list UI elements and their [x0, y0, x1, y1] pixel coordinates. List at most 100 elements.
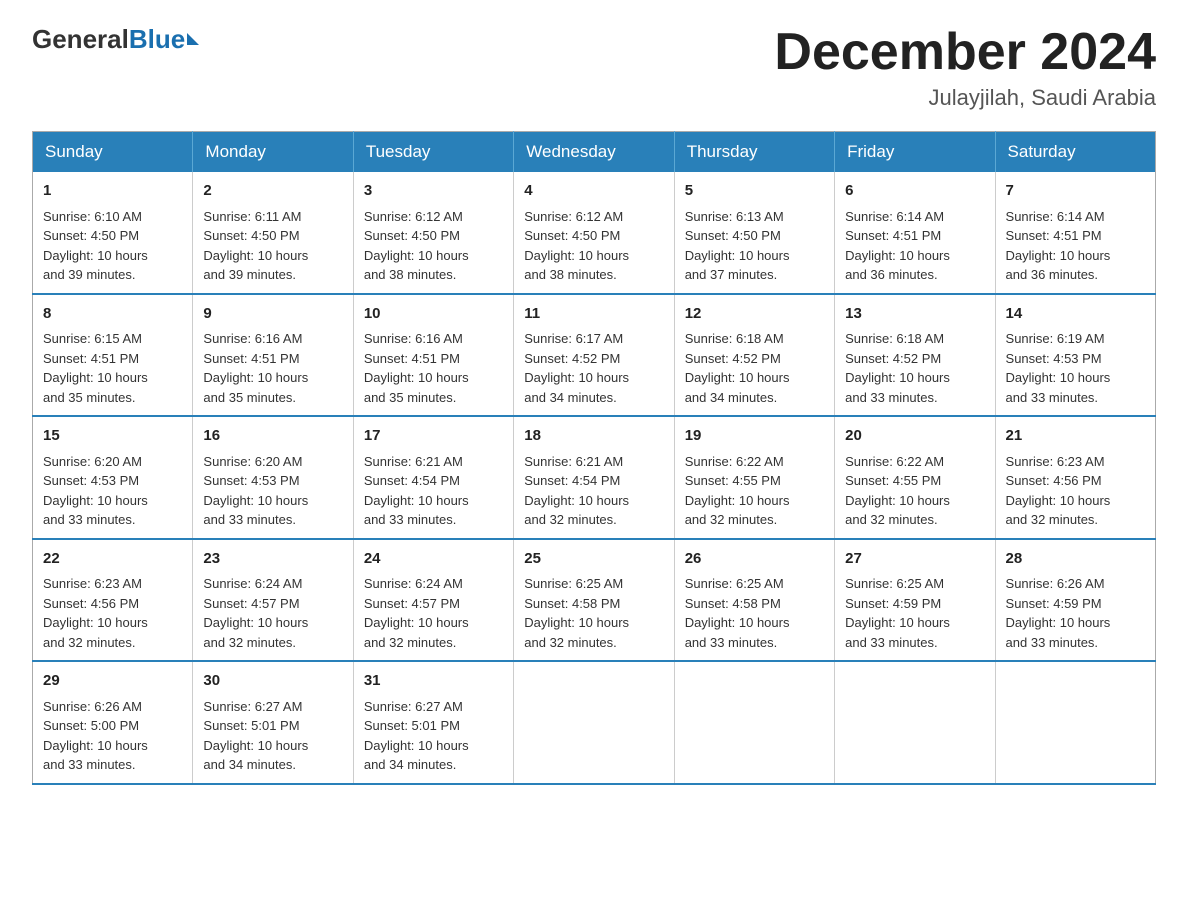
day-sunset: Sunset: 5:01 PM	[203, 718, 299, 733]
day-sunrise: Sunrise: 6:22 AM	[845, 454, 944, 469]
table-row: 12 Sunrise: 6:18 AM Sunset: 4:52 PM Dayl…	[674, 294, 834, 417]
day-sunset: Sunset: 4:51 PM	[845, 228, 941, 243]
day-sunrise: Sunrise: 6:27 AM	[364, 699, 463, 714]
day-number: 27	[845, 548, 984, 571]
day-sunset: Sunset: 4:51 PM	[203, 351, 299, 366]
day-sunset: Sunset: 4:50 PM	[685, 228, 781, 243]
day-sunrise: Sunrise: 6:12 AM	[364, 209, 463, 224]
day-sunrise: Sunrise: 6:13 AM	[685, 209, 784, 224]
day-sunset: Sunset: 4:52 PM	[524, 351, 620, 366]
day-sunrise: Sunrise: 6:22 AM	[685, 454, 784, 469]
day-daylight: Daylight: 10 hoursand 32 minutes.	[524, 615, 629, 650]
table-row: 14 Sunrise: 6:19 AM Sunset: 4:53 PM Dayl…	[995, 294, 1155, 417]
day-sunrise: Sunrise: 6:24 AM	[203, 576, 302, 591]
day-daylight: Daylight: 10 hoursand 32 minutes.	[524, 493, 629, 528]
day-sunset: Sunset: 4:51 PM	[1006, 228, 1102, 243]
day-number: 29	[43, 670, 182, 693]
day-sunrise: Sunrise: 6:15 AM	[43, 331, 142, 346]
day-daylight: Daylight: 10 hoursand 33 minutes.	[685, 615, 790, 650]
day-daylight: Daylight: 10 hoursand 33 minutes.	[845, 615, 950, 650]
page-header: General Blue December 2024 Julayjilah, S…	[32, 24, 1156, 111]
day-number: 6	[845, 180, 984, 203]
day-sunset: Sunset: 4:59 PM	[1006, 596, 1102, 611]
table-row: 23 Sunrise: 6:24 AM Sunset: 4:57 PM Dayl…	[193, 539, 353, 662]
day-daylight: Daylight: 10 hoursand 32 minutes.	[845, 493, 950, 528]
day-daylight: Daylight: 10 hoursand 32 minutes.	[1006, 493, 1111, 528]
day-daylight: Daylight: 10 hoursand 33 minutes.	[43, 493, 148, 528]
day-daylight: Daylight: 10 hoursand 39 minutes.	[43, 248, 148, 283]
calendar-table: Sunday Monday Tuesday Wednesday Thursday…	[32, 131, 1156, 785]
day-sunrise: Sunrise: 6:20 AM	[203, 454, 302, 469]
day-number: 3	[364, 180, 503, 203]
day-number: 1	[43, 180, 182, 203]
day-number: 10	[364, 303, 503, 326]
day-number: 20	[845, 425, 984, 448]
day-sunrise: Sunrise: 6:17 AM	[524, 331, 623, 346]
header-wednesday: Wednesday	[514, 132, 674, 173]
table-row	[995, 661, 1155, 784]
day-sunset: Sunset: 4:53 PM	[1006, 351, 1102, 366]
calendar-week-row: 8 Sunrise: 6:15 AM Sunset: 4:51 PM Dayli…	[33, 294, 1156, 417]
day-sunset: Sunset: 4:52 PM	[685, 351, 781, 366]
table-row: 30 Sunrise: 6:27 AM Sunset: 5:01 PM Dayl…	[193, 661, 353, 784]
day-number: 15	[43, 425, 182, 448]
day-daylight: Daylight: 10 hoursand 33 minutes.	[203, 493, 308, 528]
table-row	[674, 661, 834, 784]
day-daylight: Daylight: 10 hoursand 35 minutes.	[43, 370, 148, 405]
day-sunset: Sunset: 4:56 PM	[43, 596, 139, 611]
day-number: 19	[685, 425, 824, 448]
table-row: 10 Sunrise: 6:16 AM Sunset: 4:51 PM Dayl…	[353, 294, 513, 417]
day-sunset: Sunset: 4:55 PM	[685, 473, 781, 488]
title-section: December 2024 Julayjilah, Saudi Arabia	[774, 24, 1156, 111]
day-sunset: Sunset: 4:50 PM	[43, 228, 139, 243]
day-sunset: Sunset: 4:50 PM	[524, 228, 620, 243]
day-sunset: Sunset: 4:51 PM	[43, 351, 139, 366]
table-row: 22 Sunrise: 6:23 AM Sunset: 4:56 PM Dayl…	[33, 539, 193, 662]
day-daylight: Daylight: 10 hoursand 34 minutes.	[524, 370, 629, 405]
table-row: 7 Sunrise: 6:14 AM Sunset: 4:51 PM Dayli…	[995, 172, 1155, 294]
table-row: 25 Sunrise: 6:25 AM Sunset: 4:58 PM Dayl…	[514, 539, 674, 662]
day-sunrise: Sunrise: 6:12 AM	[524, 209, 623, 224]
header-thursday: Thursday	[674, 132, 834, 173]
calendar-subtitle: Julayjilah, Saudi Arabia	[774, 85, 1156, 111]
day-number: 17	[364, 425, 503, 448]
day-sunrise: Sunrise: 6:23 AM	[43, 576, 142, 591]
day-sunset: Sunset: 4:57 PM	[203, 596, 299, 611]
day-number: 12	[685, 303, 824, 326]
day-number: 4	[524, 180, 663, 203]
day-number: 13	[845, 303, 984, 326]
day-sunrise: Sunrise: 6:18 AM	[685, 331, 784, 346]
day-number: 22	[43, 548, 182, 571]
day-daylight: Daylight: 10 hoursand 39 minutes.	[203, 248, 308, 283]
table-row: 5 Sunrise: 6:13 AM Sunset: 4:50 PM Dayli…	[674, 172, 834, 294]
calendar-week-row: 29 Sunrise: 6:26 AM Sunset: 5:00 PM Dayl…	[33, 661, 1156, 784]
day-sunrise: Sunrise: 6:20 AM	[43, 454, 142, 469]
day-sunrise: Sunrise: 6:27 AM	[203, 699, 302, 714]
day-daylight: Daylight: 10 hoursand 33 minutes.	[1006, 370, 1111, 405]
day-number: 5	[685, 180, 824, 203]
day-number: 14	[1006, 303, 1145, 326]
day-number: 31	[364, 670, 503, 693]
table-row: 20 Sunrise: 6:22 AM Sunset: 4:55 PM Dayl…	[835, 416, 995, 539]
calendar-week-row: 1 Sunrise: 6:10 AM Sunset: 4:50 PM Dayli…	[33, 172, 1156, 294]
day-sunrise: Sunrise: 6:24 AM	[364, 576, 463, 591]
header-saturday: Saturday	[995, 132, 1155, 173]
day-sunset: Sunset: 4:53 PM	[43, 473, 139, 488]
day-sunset: Sunset: 4:52 PM	[845, 351, 941, 366]
day-sunset: Sunset: 4:59 PM	[845, 596, 941, 611]
day-daylight: Daylight: 10 hoursand 38 minutes.	[364, 248, 469, 283]
day-sunset: Sunset: 4:54 PM	[524, 473, 620, 488]
day-sunrise: Sunrise: 6:14 AM	[1006, 209, 1105, 224]
day-number: 16	[203, 425, 342, 448]
logo-blue-text: Blue	[129, 24, 185, 55]
day-number: 26	[685, 548, 824, 571]
day-sunrise: Sunrise: 6:14 AM	[845, 209, 944, 224]
day-number: 9	[203, 303, 342, 326]
day-sunrise: Sunrise: 6:25 AM	[845, 576, 944, 591]
table-row: 17 Sunrise: 6:21 AM Sunset: 4:54 PM Dayl…	[353, 416, 513, 539]
table-row	[514, 661, 674, 784]
day-sunrise: Sunrise: 6:25 AM	[685, 576, 784, 591]
table-row: 6 Sunrise: 6:14 AM Sunset: 4:51 PM Dayli…	[835, 172, 995, 294]
day-sunset: Sunset: 4:58 PM	[524, 596, 620, 611]
day-sunset: Sunset: 4:58 PM	[685, 596, 781, 611]
